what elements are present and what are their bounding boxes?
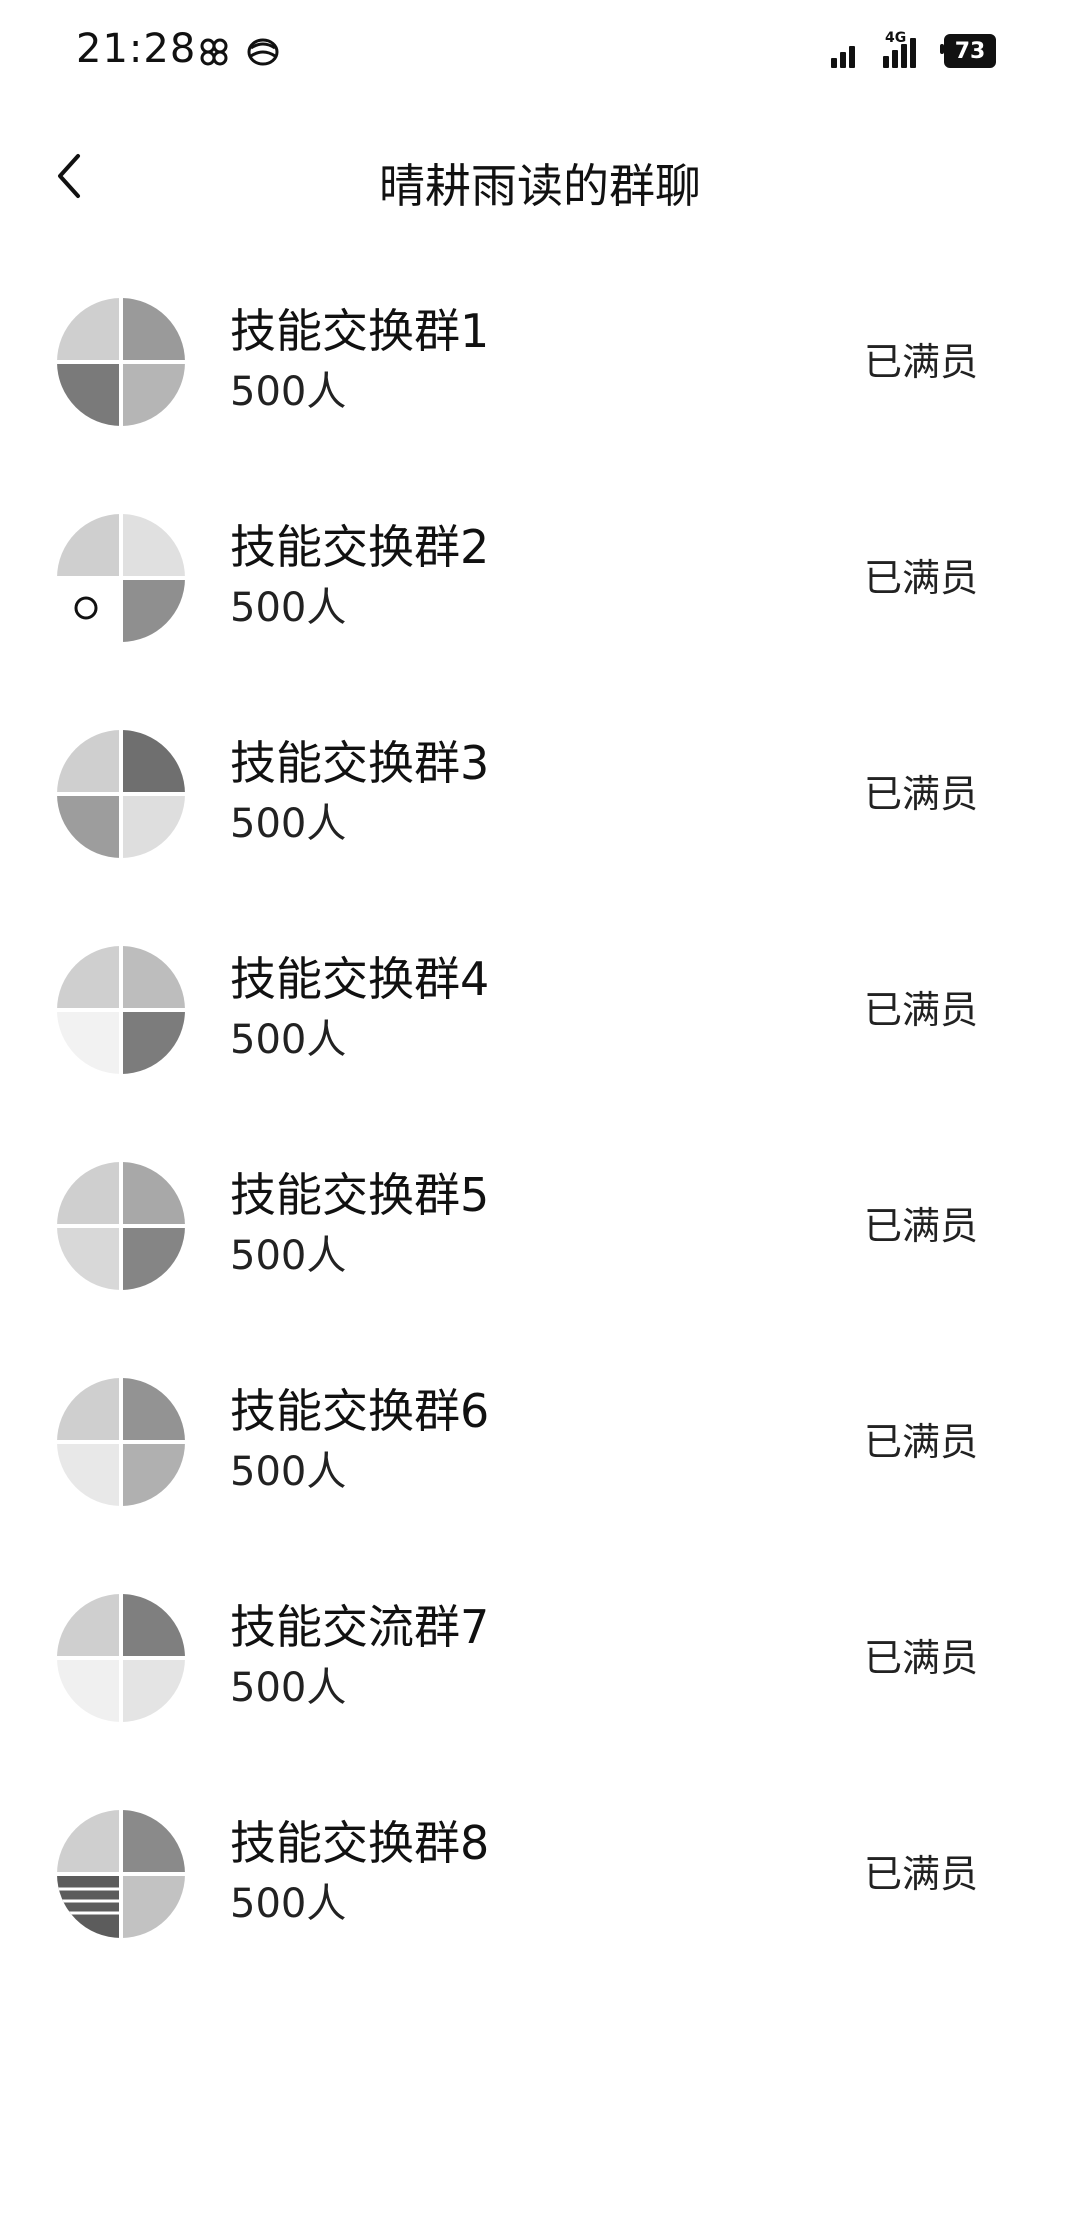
group-name: 技能交换群5 — [230, 1168, 490, 1222]
group-member-count: 500人 — [230, 1017, 347, 1063]
group-member-count: 500人 — [230, 1449, 347, 1495]
group-list-item[interactable]: 技能交换群6 500人 已满员 — [0, 1325, 1080, 1541]
signal-4g-icon: 4G — [883, 30, 916, 68]
group-avatar — [56, 1593, 186, 1723]
group-avatar — [56, 729, 186, 859]
group-list: 技能交换群1 500人 已满员 技能交换群2 500人 已满员 技能交换群3 5… — [0, 245, 1080, 1973]
group-list-item[interactable]: 技能交换群1 500人 已满员 — [0, 245, 1080, 461]
group-name: 技能交换群1 — [230, 304, 490, 358]
group-avatar — [56, 1377, 186, 1507]
group-member-count: 500人 — [230, 801, 347, 847]
status-bar: 21:28 4G 73 — [0, 0, 1080, 110]
signal-icon — [831, 34, 855, 68]
group-status: 已满员 — [863, 1852, 978, 1896]
group-member-count: 500人 — [230, 1665, 347, 1711]
group-list-item[interactable]: 技能交换群5 500人 已满员 — [0, 1109, 1080, 1325]
unicom-icon — [200, 38, 228, 66]
group-member-count: 500人 — [230, 1881, 347, 1927]
mobile-carrier-icon — [247, 38, 279, 66]
group-member-count: 500人 — [230, 585, 347, 631]
page-title: 晴耕雨读的群聊 — [379, 159, 701, 213]
group-avatar — [56, 513, 186, 643]
group-name: 技能交换群4 — [230, 952, 490, 1006]
battery-icon: 73 — [940, 34, 996, 68]
group-name: 技能交换群2 — [230, 520, 490, 574]
group-name: 技能交流群7 — [230, 1600, 490, 1654]
group-list-item[interactable]: 技能交换群4 500人 已满员 — [0, 893, 1080, 1109]
network-type: 4G — [885, 30, 907, 46]
group-status: 已满员 — [863, 988, 978, 1032]
group-list-item[interactable]: 技能交换群3 500人 已满员 — [0, 677, 1080, 893]
group-name: 技能交换群8 — [230, 1816, 490, 1870]
status-time: 21:28 — [76, 26, 197, 72]
group-list-item[interactable]: 技能交换群2 500人 已满员 — [0, 461, 1080, 677]
group-list-item[interactable]: 技能交流群7 500人 已满员 — [0, 1541, 1080, 1757]
group-name: 技能交换群6 — [230, 1384, 490, 1438]
group-status: 已满员 — [863, 772, 978, 816]
group-member-count: 500人 — [230, 1233, 347, 1279]
group-avatar — [56, 1161, 186, 1291]
group-status: 已满员 — [863, 1636, 978, 1680]
status-right: 4G 73 — [831, 30, 996, 68]
group-status: 已满员 — [863, 556, 978, 600]
header: 晴耕雨读的群聊 — [0, 110, 1080, 250]
group-status: 已满员 — [863, 340, 978, 384]
group-avatar — [56, 1809, 186, 1939]
group-avatar — [56, 945, 186, 1075]
group-list-item[interactable]: 技能交换群8 500人 已满员 — [0, 1757, 1080, 1973]
group-member-count: 500人 — [230, 369, 347, 415]
group-avatar — [56, 297, 186, 427]
group-status: 已满员 — [863, 1420, 978, 1464]
group-name: 技能交换群3 — [230, 736, 490, 790]
status-app-icons — [198, 36, 280, 68]
group-status: 已满员 — [863, 1204, 978, 1248]
